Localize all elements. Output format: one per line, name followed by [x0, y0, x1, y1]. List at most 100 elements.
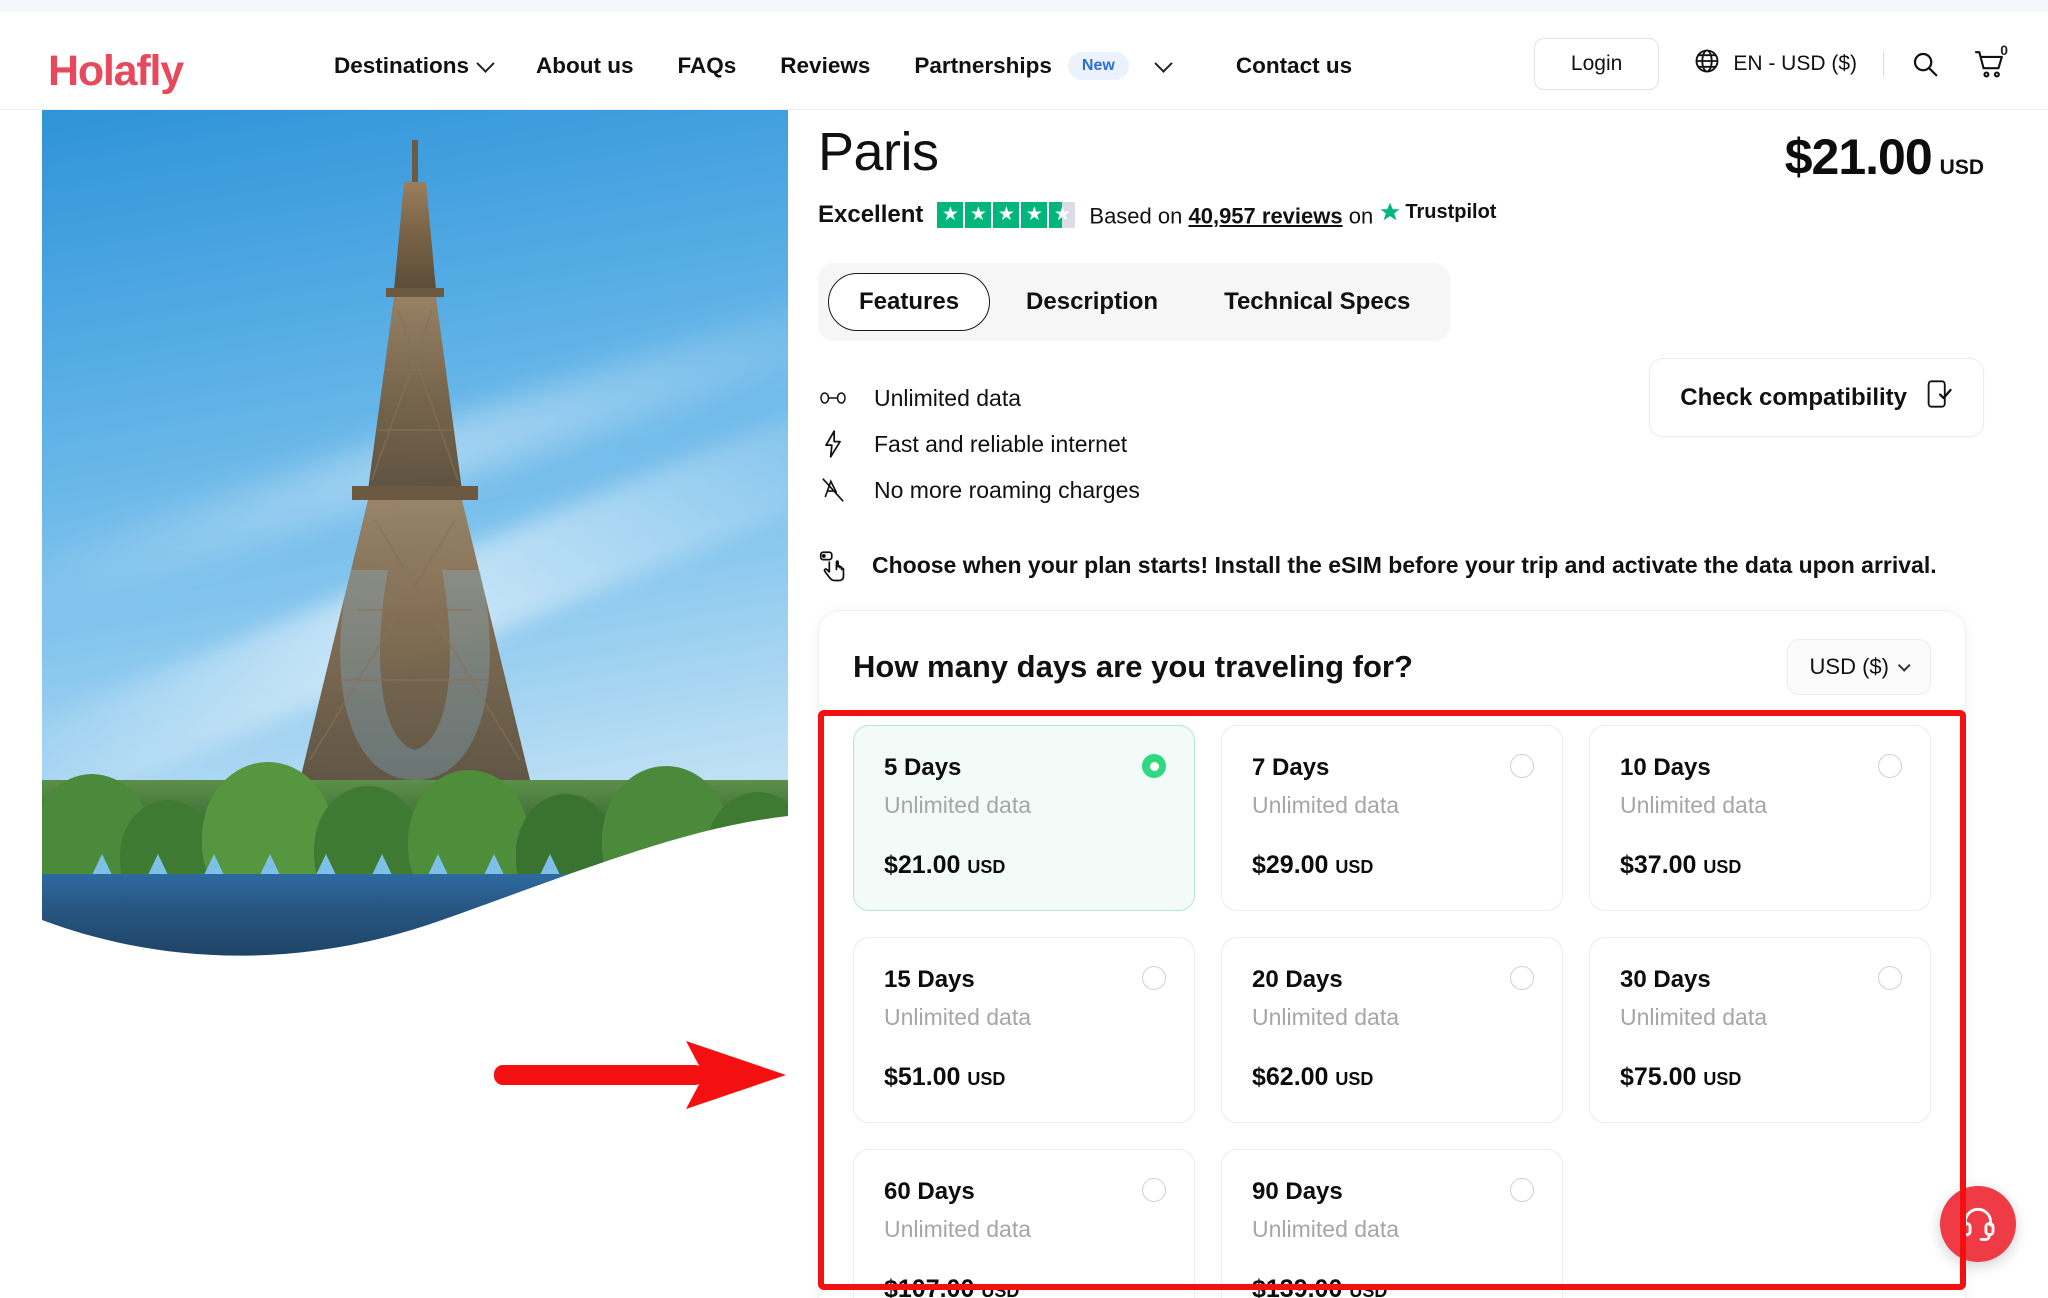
cart-count-badge: 0	[2000, 42, 2008, 58]
reviews-on: on	[1348, 203, 1374, 229]
trustpilot-rating[interactable]: Excellent ★ ★ ★ ★ ★ Based on 40,957 revi…	[818, 201, 2008, 230]
plan-price-amount: $139.00	[1252, 1275, 1343, 1298]
plan-price-currency: USD	[967, 1069, 1006, 1089]
lightning-icon	[818, 430, 848, 458]
nav-badge-new: New	[1067, 52, 1129, 80]
phone-check-icon	[1925, 379, 1953, 416]
plan-days: 30 Days	[1620, 966, 1711, 993]
star-half-icon: ★	[1049, 201, 1076, 228]
plan-radio[interactable]	[1878, 966, 1902, 990]
product-detail: Paris $21.00 USD Excellent ★ ★ ★ ★ ★ Bas…	[818, 124, 2008, 588]
plan-days: 15 Days	[884, 966, 975, 993]
plan-card-7-days[interactable]: 7 Days Unlimited data $29.00 USD	[1221, 725, 1563, 911]
currency-selector[interactable]: USD ($)	[1786, 639, 1931, 695]
plan-price-amount: $29.00	[1252, 851, 1329, 879]
browser-top-strip	[0, 0, 2048, 12]
nav-item-contact-us[interactable]: Contact us	[1214, 52, 1374, 78]
language-currency-selector[interactable]: EN - USD ($)	[1693, 47, 1857, 81]
plan-radio-selected[interactable]	[1142, 754, 1166, 778]
star-rating: ★ ★ ★ ★ ★	[937, 201, 1076, 228]
plan-days: 5 Days	[884, 754, 962, 781]
plan-data: Unlimited data	[1620, 792, 1768, 818]
check-compatibility-button[interactable]: Check compatibility	[1649, 358, 1984, 437]
plan-price-currency: USD	[1703, 857, 1742, 877]
plan-price-amount: $21.00	[884, 851, 961, 879]
tab-technical-specs[interactable]: Technical Specs	[1194, 274, 1440, 330]
plan-price: $21.00 USD	[884, 851, 1164, 880]
nav-label: Partnerships	[914, 52, 1052, 78]
plan-data: Unlimited data	[1252, 1216, 1400, 1242]
reviews-prefix: Based on	[1089, 203, 1183, 229]
plan-radio[interactable]	[1510, 966, 1534, 990]
plan-data: Unlimited data	[1252, 792, 1400, 818]
plan-radio[interactable]	[1142, 966, 1166, 990]
plan-price: $29.00 USD	[1252, 851, 1532, 880]
plan-radio[interactable]	[1142, 1178, 1166, 1202]
chevron-down-icon	[1897, 658, 1911, 672]
main-navigation: Destinations About us FAQs Reviews Partn…	[312, 52, 1374, 80]
trustpilot-label: Trustpilot	[1405, 200, 1497, 223]
plan-price-currency: USD	[1335, 857, 1374, 877]
plan-radio[interactable]	[1878, 754, 1902, 778]
rating-label: Excellent	[818, 200, 924, 228]
plan-price-currency: USD	[1335, 1069, 1374, 1089]
plan-price-currency: USD	[1703, 1069, 1742, 1089]
reviews-summary: Based on 40,957 reviews on Trustpilot	[1089, 201, 1496, 230]
tab-features[interactable]: Features	[828, 273, 991, 332]
plan-price: $107.00 USD	[884, 1275, 1164, 1298]
headset-icon	[1959, 1203, 1997, 1246]
plan-start-notice: Choose when your plan starts! Install th…	[818, 551, 2008, 588]
plan-data: Unlimited data	[1252, 1004, 1400, 1030]
plan-price-currency: USD	[981, 1281, 1020, 1298]
plan-price-amount: $107.00	[884, 1275, 975, 1298]
plan-price-currency: USD	[967, 857, 1006, 877]
plan-panel-title: How many days are you traveling for?	[853, 649, 1413, 684]
nav-item-about-us[interactable]: About us	[514, 54, 655, 78]
plan-grid: 5 Days Unlimited data $21.00 USD 7 Days …	[853, 725, 1931, 1298]
login-button[interactable]: Login	[1533, 38, 1660, 90]
nav-item-destinations[interactable]: Destinations	[312, 53, 514, 78]
plan-panel-header: How many days are you traveling for? USD…	[853, 639, 1931, 695]
nav-label: Contact us	[1235, 52, 1353, 78]
plan-price-currency: USD	[1349, 1281, 1388, 1298]
nav-item-reviews[interactable]: Reviews	[758, 54, 892, 78]
chevron-down-icon	[476, 53, 495, 73]
plan-card-5-days[interactable]: 5 Days Unlimited data $21.00 USD	[853, 725, 1195, 911]
holafly-logo[interactable]: Holafly	[48, 50, 184, 93]
reviews-count-link[interactable]: 40,957 reviews	[1188, 203, 1342, 228]
plan-price-amount: $62.00	[1252, 1063, 1329, 1091]
plan-card-10-days[interactable]: 10 Days Unlimited data $37.00 USD	[1589, 725, 1931, 911]
chevron-down-icon	[1154, 53, 1173, 73]
plan-price: $62.00 USD	[1252, 1063, 1532, 1092]
plan-card-90-days[interactable]: 90 Days Unlimited data $139.00 USD	[1221, 1149, 1563, 1298]
plan-card-30-days[interactable]: 30 Days Unlimited data $75.00 USD	[1589, 937, 1931, 1123]
plan-card-60-days[interactable]: 60 Days Unlimited data $107.00 USD	[853, 1149, 1195, 1298]
price-amount: $21.00	[1784, 129, 1933, 185]
globe-icon	[1693, 47, 1721, 81]
plan-days: 20 Days	[1252, 966, 1343, 993]
plan-card-20-days[interactable]: 20 Days Unlimited data $62.00 USD	[1221, 937, 1563, 1123]
nav-item-faqs[interactable]: FAQs	[656, 52, 759, 78]
wave-mask	[42, 816, 788, 970]
plan-price: $51.00 USD	[884, 1063, 1164, 1092]
currency-label: USD ($)	[1809, 654, 1889, 679]
tab-description[interactable]: Description	[996, 274, 1188, 330]
hero-image	[42, 110, 788, 970]
plan-grid-empty-slot	[1589, 1149, 1931, 1298]
trustpilot-logo: Trustpilot	[1379, 201, 1496, 224]
trustpilot-star-icon	[1380, 203, 1400, 221]
cart-icon[interactable]: 0	[1974, 42, 2008, 80]
plan-card-15-days[interactable]: 15 Days Unlimited data $51.00 USD	[853, 937, 1195, 1123]
nav-label: FAQs	[677, 52, 737, 78]
plan-radio[interactable]	[1510, 1178, 1534, 1202]
plan-radio[interactable]	[1510, 754, 1534, 778]
tap-hand-icon	[818, 551, 848, 588]
plan-days: 60 Days	[884, 1178, 975, 1205]
right-arrow-annotation	[494, 1041, 786, 1109]
support-chat-button[interactable]	[1940, 1186, 2016, 1262]
header-divider	[1883, 51, 1884, 77]
plan-price: $139.00 USD	[1252, 1275, 1532, 1298]
star-icon: ★	[1021, 201, 1048, 228]
search-icon[interactable]	[1910, 49, 1940, 79]
nav-item-partnerships[interactable]: Partnerships New	[892, 52, 1191, 80]
